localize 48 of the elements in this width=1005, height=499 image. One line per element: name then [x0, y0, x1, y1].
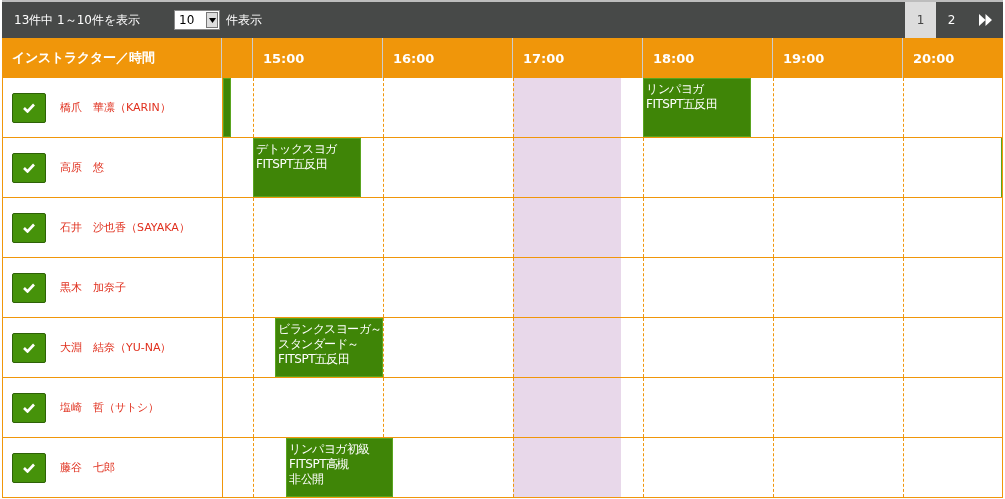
fast-forward-icon[interactable] — [978, 14, 992, 26]
event-text: デトックスヨガ — [256, 142, 337, 157]
check-icon — [23, 402, 35, 413]
event-text: リンパヨガ — [646, 82, 704, 97]
page-link[interactable]: 1 — [905, 2, 936, 38]
event-text: ビランクスヨーガ～ — [278, 322, 382, 337]
checkbox[interactable] — [12, 152, 46, 183]
instructor-name[interactable]: 藤谷 七郎 — [60, 460, 115, 475]
check-icon — [23, 462, 35, 473]
class-event[interactable]: ビランクスヨーガ～ スタンダード～ FITSPT五反田 — [275, 318, 383, 377]
hour-label: 17:00 — [523, 50, 565, 66]
hour-label: 19:00 — [783, 50, 825, 66]
event-text: FITSPT五反田 — [256, 157, 328, 172]
event-text: FITSPT高槻 — [289, 457, 349, 472]
instructor-name[interactable]: 橋爪 華凛（KARIN） — [60, 100, 171, 115]
hour-label: 18:00 — [653, 50, 695, 66]
instructor-name[interactable]: 大淵 結奈（YU-NA） — [60, 340, 172, 355]
page-size-select[interactable]: 10 — [174, 10, 220, 30]
result-summary: 13件中 1～10件を表示 — [13, 11, 141, 29]
page-link[interactable]: 2 — [936, 2, 967, 38]
checkbox[interactable] — [12, 332, 46, 363]
event-text: FITSPT五反田 — [646, 97, 718, 112]
checkbox[interactable] — [12, 212, 46, 243]
event-text: リンパヨガ初級 — [289, 442, 370, 457]
event-text: 非公開 — [289, 472, 324, 487]
instructor-name[interactable]: 高原 悠 — [60, 160, 104, 175]
event-text: スタンダード～ — [278, 337, 359, 352]
page-size-label: 件表示 — [225, 11, 262, 29]
class-event[interactable]: リンパヨガ FITSPT五反田 — [643, 78, 751, 137]
class-event[interactable]: リンパヨガ初級 FITSPT高槻 非公開 — [286, 438, 393, 497]
check-icon — [23, 282, 35, 293]
check-icon — [23, 222, 35, 233]
instructor-name[interactable]: 石井 沙也香（SAYAKA） — [60, 220, 190, 235]
checkbox[interactable] — [12, 272, 46, 303]
event-text: FITSPT五反田 — [278, 352, 350, 367]
checkbox[interactable] — [12, 452, 46, 483]
hour-label: 20:00 — [913, 50, 955, 66]
instructor-name[interactable]: 黒木 加奈子 — [60, 280, 126, 295]
check-icon — [23, 162, 35, 173]
check-icon — [23, 342, 35, 353]
instructor-name[interactable]: 塩崎 哲（サトシ） — [60, 400, 159, 415]
class-event[interactable]: デトックスヨガ FITSPT五反田 — [253, 138, 361, 197]
column-header: インストラクター／時間 — [12, 49, 155, 67]
check-icon — [23, 102, 35, 113]
hour-label: 15:00 — [263, 50, 305, 66]
hour-label: 16:00 — [393, 50, 435, 66]
checkbox[interactable] — [12, 392, 46, 423]
checkbox[interactable] — [12, 92, 46, 123]
